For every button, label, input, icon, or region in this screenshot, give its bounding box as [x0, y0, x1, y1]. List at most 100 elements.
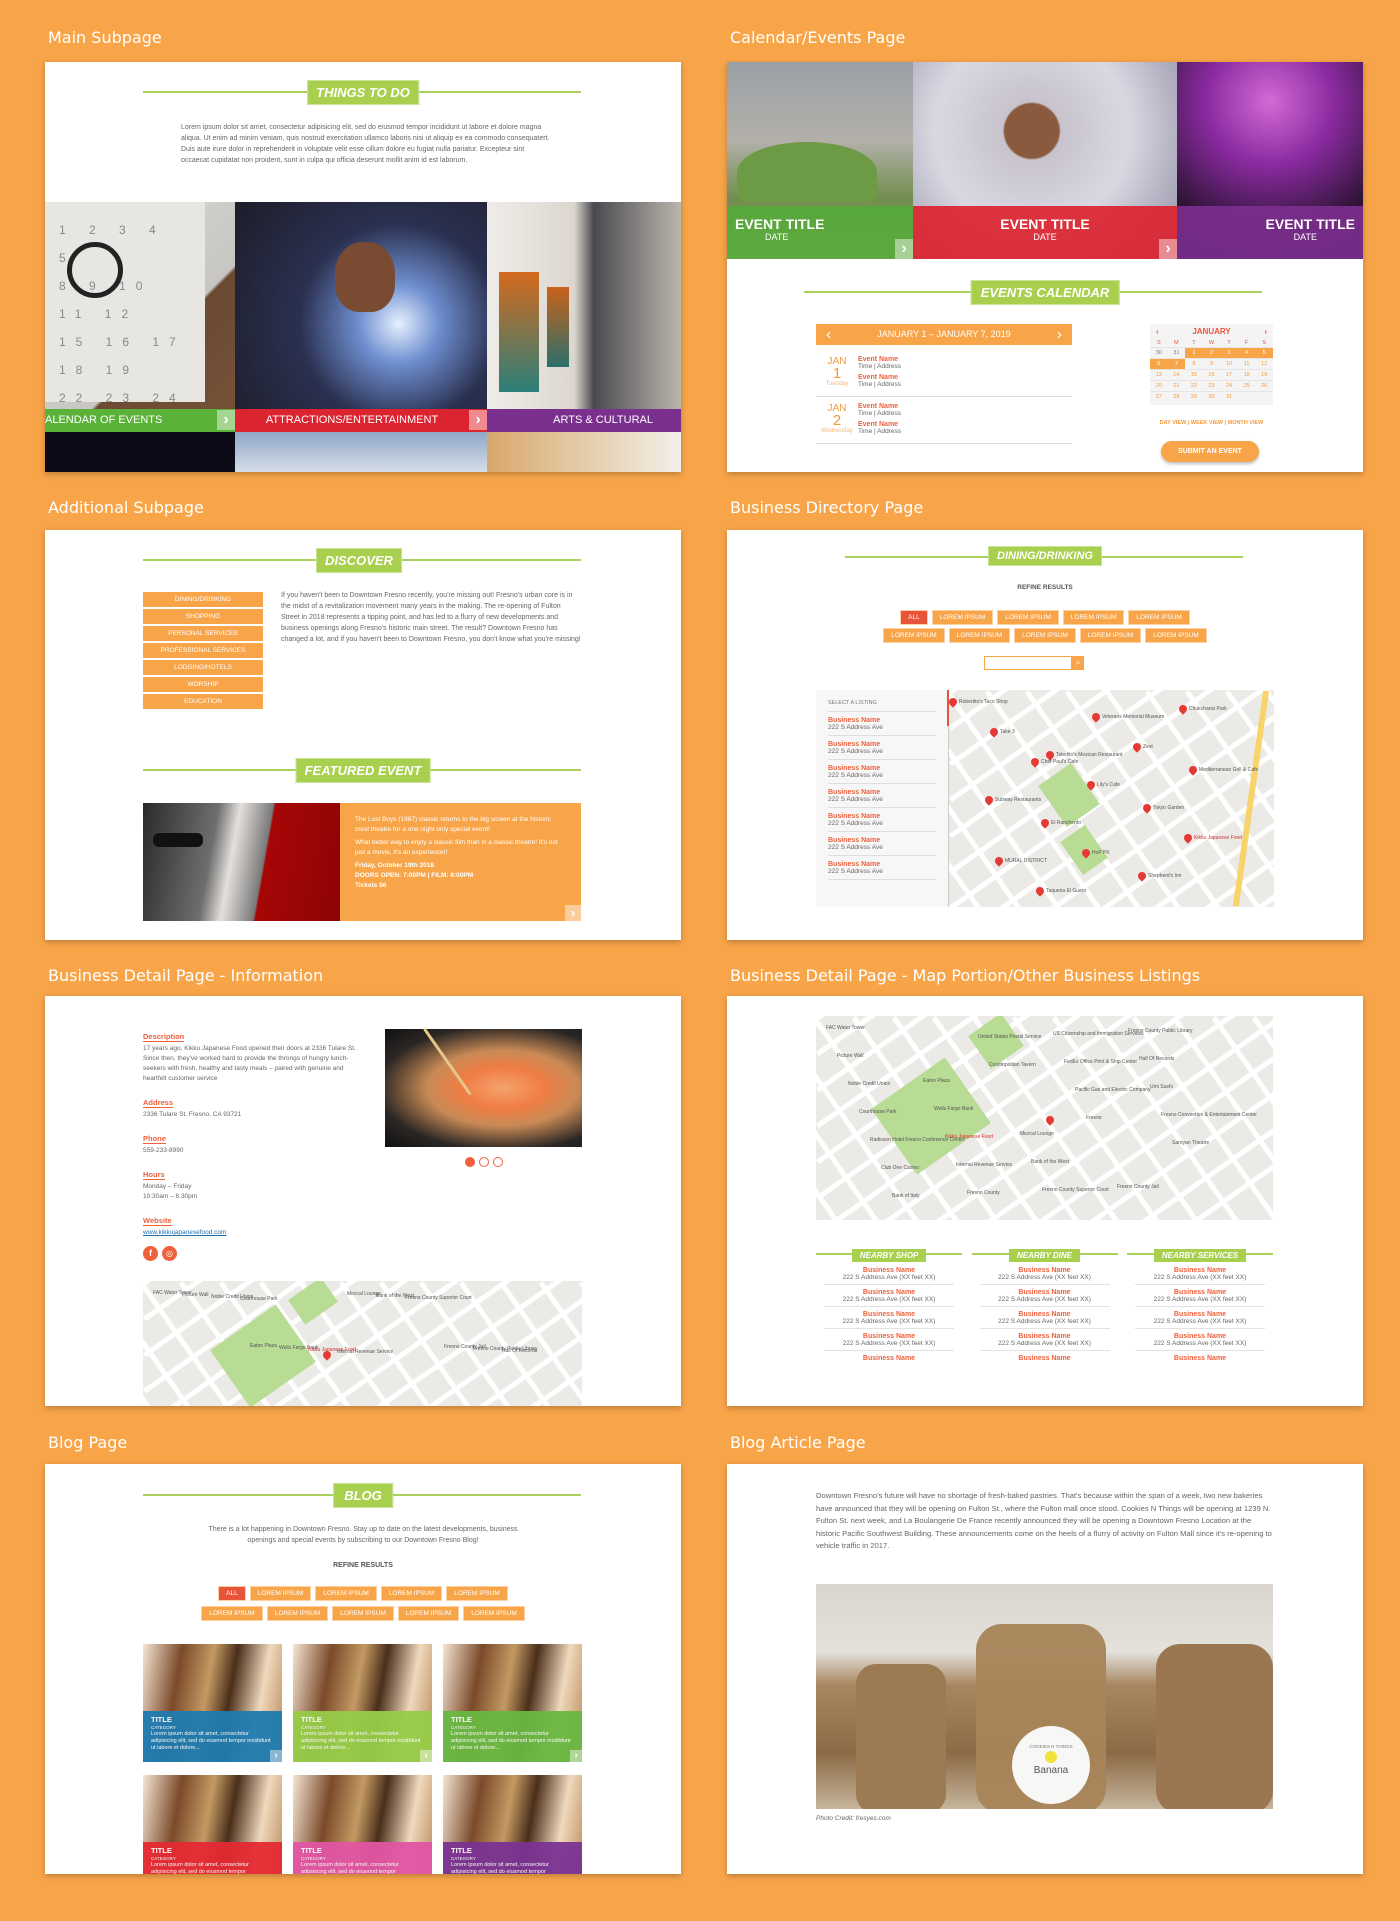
search-input[interactable] — [984, 656, 1072, 670]
carousel-dot[interactable] — [478, 1157, 489, 1167]
day-view-link[interactable]: DAY VIEW — [1160, 420, 1187, 426]
calendar-day[interactable]: 31 — [1168, 348, 1186, 358]
chevron-right-icon[interactable]: › — [469, 410, 487, 430]
calendar-day[interactable]: 12 — [1255, 359, 1273, 369]
filter-chip[interactable]: LOREM IPSUM — [397, 1606, 460, 1621]
chevron-left-icon[interactable]: ‹ — [826, 324, 831, 345]
map-pin-icon[interactable] — [1090, 711, 1102, 723]
listing-item[interactable]: Business Name 222 S Address Ave — [828, 736, 936, 760]
filter-chip[interactable]: LOREM IPSUM — [931, 610, 994, 625]
event-name[interactable]: Event Name — [858, 403, 901, 410]
category-menu-item[interactable]: PERSONAL SERVICES — [143, 626, 263, 641]
filter-chip[interactable]: LOREM IPSUM — [315, 1586, 377, 1601]
chevron-right-icon[interactable]: › — [895, 239, 913, 259]
listing-item[interactable]: Business Name 222 S Address Ave — [828, 712, 936, 736]
blog-card[interactable]: TITLE CATEGORY Lorem ipsum dolor sit amet,… — [443, 1775, 582, 1874]
calendar-day[interactable]: 16 — [1203, 370, 1221, 380]
chevron-left-icon[interactable]: ‹ — [1156, 327, 1159, 336]
category-menu-item[interactable]: EDUCATION — [143, 694, 263, 709]
map-pin-icon[interactable] — [1182, 832, 1194, 844]
chevron-right-icon[interactable]: › — [420, 1750, 432, 1762]
listing-item[interactable]: Business Name 222 S Address Ave — [828, 856, 936, 880]
calendar-day[interactable]: 24 — [1220, 381, 1238, 391]
calendar-day[interactable]: 1 — [1185, 348, 1203, 358]
filter-chip[interactable]: LOREM IPSUM — [332, 1606, 394, 1621]
event-name[interactable]: Event Name — [858, 356, 901, 363]
filter-chip[interactable]: ALL — [218, 1586, 246, 1601]
nearby-item[interactable]: Business Name 222 S Address Ave (XX feet … — [824, 1285, 954, 1307]
filter-chip[interactable]: LOREM IPSUM — [201, 1606, 263, 1621]
calendar-day[interactable]: 2 — [1202, 348, 1221, 358]
instagram-icon[interactable]: ◎ — [162, 1246, 177, 1261]
filter-chip[interactable]: LOREM IPSUM — [1128, 610, 1190, 625]
calendar-day[interactable]: 22 — [1185, 381, 1203, 391]
chevron-right-icon[interactable]: › — [270, 1750, 282, 1762]
listing-item[interactable]: Business Name 222 S Address Ave — [828, 808, 936, 832]
chevron-right-icon[interactable]: › — [217, 410, 235, 430]
filter-chip[interactable]: LOREM IPSUM — [463, 1606, 525, 1621]
week-view-link[interactable]: WEEK VIEW — [1191, 420, 1223, 426]
tile-calendar-of-events[interactable]: 1 2 3 4 58 9 10 11 12 15 16 17 18 19 22 23… — [45, 202, 235, 472]
calendar-day[interactable]: 31 — [1220, 392, 1238, 402]
blog-card[interactable]: TITLE CATEGORY Lorem ipsum dolor sit amet,… — [443, 1644, 582, 1762]
event-name[interactable]: Event Name — [858, 421, 901, 428]
category-menu-item[interactable]: WORSHIP — [143, 677, 263, 692]
filter-chip[interactable]: LOREM IPSUM — [997, 610, 1059, 625]
calendar-day[interactable]: 19 — [1255, 370, 1273, 380]
calendar-day[interactable]: 13 — [1150, 370, 1168, 380]
event-name[interactable]: Event Name — [858, 374, 901, 381]
filter-chip[interactable]: ALL — [900, 610, 928, 625]
calendar-day[interactable]: 27 — [1150, 392, 1168, 402]
calendar-day[interactable]: 30 — [1150, 348, 1168, 358]
carousel-dot[interactable] — [464, 1157, 475, 1167]
website-link[interactable]: www.kikkujapanesefood.com — [143, 1228, 363, 1238]
nearby-item[interactable]: Business Name 222 S Address Ave (XX feet … — [1135, 1307, 1265, 1329]
blog-card[interactable]: TITLE CATEGORY Lorem ipsum dolor sit amet,… — [143, 1775, 282, 1874]
nearby-item[interactable]: Business Name 222 S Address Ave (XX feet … — [979, 1307, 1110, 1329]
tile-arts-cultural[interactable]: ARTS & CULTURAL — [487, 202, 681, 472]
calendar-day[interactable]: 15 — [1185, 370, 1203, 380]
category-menu-item[interactable]: LODGING/HOTELS — [143, 660, 263, 675]
calendar-day[interactable]: 20 — [1150, 381, 1168, 391]
nearby-item[interactable]: Business Name 222 S Address Ave (XX feet … — [824, 1307, 954, 1329]
calendar-day[interactable]: 11 — [1238, 359, 1256, 369]
map-pin-icon[interactable] — [993, 855, 1005, 867]
listing-item[interactable]: Business Name 222 S Address Ave — [828, 832, 936, 856]
calendar-day[interactable]: 5 — [1255, 348, 1273, 358]
filter-chip[interactable]: LOREM IPSUM — [266, 1606, 329, 1621]
listing-item[interactable]: Business Name 222 S Address Ave — [828, 760, 936, 784]
nearby-item[interactable]: Business Name 222 S Address Ave (XX feet … — [1135, 1285, 1265, 1307]
chevron-right-icon[interactable]: › — [1057, 324, 1062, 345]
blog-card[interactable]: TITLE CATEGORY Lorem ipsum dolor sit amet,… — [143, 1644, 282, 1762]
carousel-dot[interactable] — [492, 1157, 503, 1167]
nearby-item[interactable]: Business Name 222 S Address Ave (XX feet … — [1135, 1263, 1265, 1285]
directory-map[interactable]: Robertito's Taco Shop Toledito's Mexican … — [949, 690, 1274, 907]
category-menu-item[interactable]: SHOPPING — [143, 609, 263, 624]
calendar-day[interactable]: 8 — [1185, 359, 1203, 369]
chevron-right-icon[interactable]: › — [570, 1750, 582, 1762]
calendar-day[interactable]: 25 — [1238, 381, 1256, 391]
calendar-day[interactable]: 4 — [1237, 348, 1256, 358]
filter-chip[interactable]: LOREM IPSUM — [1145, 628, 1207, 643]
filter-chip[interactable]: LOREM IPSUM — [446, 1586, 508, 1601]
calendar-day[interactable]: 6 — [1150, 359, 1168, 369]
calendar-day[interactable]: 18 — [1238, 370, 1256, 380]
nearby-item[interactable]: Business Name 222 S Address Ave (XX feet … — [979, 1329, 1110, 1351]
category-menu-item[interactable]: DINING/DRINKING — [143, 592, 263, 607]
blog-card[interactable]: TITLE CATEGORY Lorem ipsum dolor sit amet,… — [293, 1775, 432, 1874]
chevron-right-icon[interactable]: › — [1159, 239, 1177, 259]
filter-chip[interactable]: LOREM IPSUM — [948, 628, 1011, 643]
nearby-item[interactable]: Business Name 222 S Address Ave (XX feet … — [824, 1263, 954, 1285]
nearby-item[interactable]: Business Name 222 S Address Ave (XX feet … — [979, 1285, 1110, 1307]
calendar-day[interactable]: 7 — [1167, 359, 1186, 369]
chevron-right-icon[interactable]: › — [565, 905, 581, 921]
event-card[interactable]: EVENT TITLE DATE › — [727, 62, 913, 259]
chevron-right-icon[interactable]: › — [1264, 327, 1267, 336]
calendar-day[interactable]: 9 — [1203, 359, 1221, 369]
calendar-day[interactable]: 28 — [1168, 392, 1186, 402]
event-card[interactable]: EVENT TITLE DATE — [1177, 62, 1363, 259]
month-view-link[interactable]: MONTH VIEW — [1228, 420, 1264, 426]
filter-chip[interactable]: LOREM IPSUM — [380, 1586, 443, 1601]
filter-chip[interactable]: LOREM IPSUM — [883, 628, 945, 643]
nearby-item[interactable]: Business Name — [1135, 1351, 1265, 1365]
